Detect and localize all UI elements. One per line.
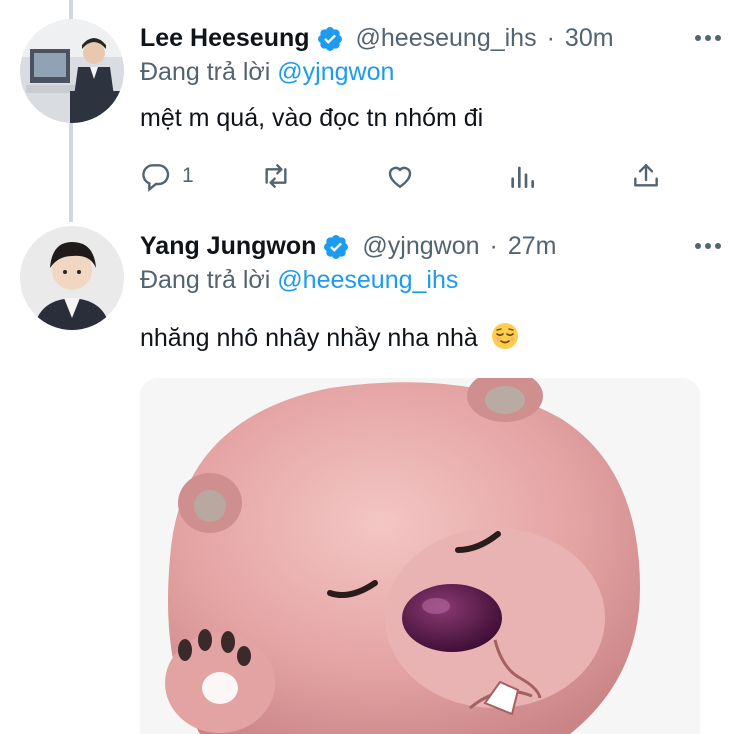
more-icon[interactable]: [694, 34, 722, 42]
like-button[interactable]: [384, 160, 416, 192]
timestamp[interactable]: 30m: [565, 24, 614, 53]
share-icon: [634, 164, 658, 187]
display-name[interactable]: Yang Jungwon: [140, 232, 316, 261]
avatar[interactable]: [20, 19, 124, 123]
like-icon: [388, 166, 412, 189]
retweet-icon: [265, 164, 287, 188]
user-handle[interactable]: @heeseung_ihs: [356, 24, 537, 53]
retweet-button[interactable]: [260, 160, 292, 192]
tweet-header: Lee Heeseung @heeseung_ihs · 30m: [140, 24, 614, 53]
replying-to-link[interactable]: @heeseung_ihs: [277, 266, 458, 294]
tweet-text-row: nhăng nhô nhây nhầy nha nhà: [140, 322, 519, 353]
analytics-button[interactable]: [506, 160, 538, 192]
share-button[interactable]: [630, 160, 662, 192]
display-name[interactable]: Lee Heeseung: [140, 24, 310, 53]
pink-beaver-illustration: [140, 378, 700, 734]
replying-to-label: Đang trả lời: [140, 58, 271, 86]
replying-to-link[interactable]: @yjngwon: [277, 58, 394, 86]
timestamp[interactable]: 27m: [508, 232, 557, 261]
relieved-face-icon: [491, 323, 518, 349]
tweet-text: mệt m quá, vào đọc tn nhóm đi: [140, 104, 484, 132]
tweet-media-image[interactable]: [140, 378, 700, 734]
tweet-text: nhăng nhô nhây nhầy nha nhà: [140, 324, 478, 352]
more-icon[interactable]: [694, 242, 722, 250]
separator-dot: ·: [489, 232, 498, 260]
replying-to: Đang trả lời @heeseung_ihs: [140, 266, 458, 295]
separator-dot: ·: [546, 24, 555, 52]
tweet-actions: 1: [140, 160, 670, 200]
verified-badge-icon: [324, 234, 349, 259]
tweet-header: Yang Jungwon @yjngwon · 27m: [140, 232, 556, 261]
reply-button[interactable]: 1: [140, 160, 194, 192]
verified-badge-icon: [317, 26, 342, 51]
analytics-icon: [511, 166, 534, 188]
avatar[interactable]: [20, 226, 124, 330]
reply-count: 1: [182, 164, 194, 187]
replying-to-label: Đang trả lời: [140, 266, 271, 294]
user-handle[interactable]: @yjngwon: [362, 232, 479, 261]
reply-icon: [142, 164, 170, 192]
replying-to: Đang trả lời @yjngwon: [140, 58, 394, 87]
